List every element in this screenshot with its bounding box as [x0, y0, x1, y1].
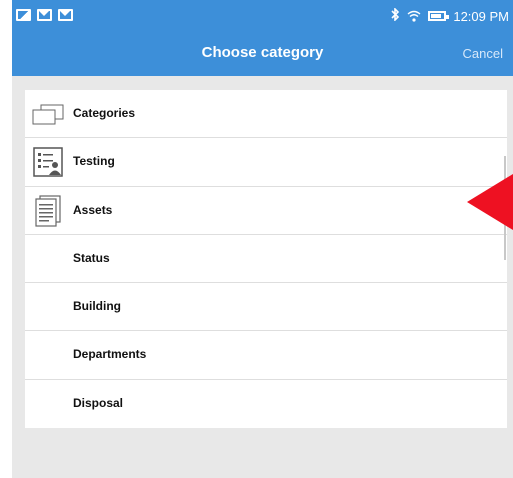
list-item-testing[interactable]: Testing — [25, 138, 507, 187]
category-list: Categories Testing Assets Status Buildin… — [25, 90, 507, 428]
cancel-button[interactable]: Cancel — [463, 46, 503, 61]
list-item-label: Departments — [73, 347, 147, 362]
wifi-icon — [407, 10, 421, 22]
system-icons: 12:09 PM — [391, 7, 509, 24]
app-bar: Choose category Cancel — [12, 32, 513, 76]
annotation-arrow-icon — [467, 174, 513, 230]
list-item-label: Disposal — [73, 395, 124, 410]
list-item-departments[interactable]: Departments — [25, 331, 507, 380]
list-item-label: Building — [73, 299, 121, 314]
page-title: Choose category — [201, 44, 324, 61]
list-item-disposal[interactable]: Disposal — [25, 380, 507, 428]
list-item-label: Categories — [73, 106, 136, 120]
list-item-label: Assets — [73, 202, 113, 217]
bluetooth-icon — [391, 7, 400, 24]
list-item-label: Status — [73, 250, 110, 265]
list-item-building[interactable]: Building — [25, 283, 507, 332]
document-icon — [31, 194, 65, 227]
mail-icon — [58, 9, 73, 21]
status-bar: 12:09 PM — [12, 0, 513, 32]
status-time: 12:09 PM — [453, 8, 509, 24]
list-item-status[interactable]: Status — [25, 235, 507, 284]
notification-icons — [16, 9, 73, 21]
list-item-label: Testing — [73, 154, 115, 169]
battery-icon — [428, 11, 450, 21]
mail-icon — [37, 9, 52, 21]
list-item-categories[interactable]: Categories — [25, 90, 507, 139]
photo-icon — [16, 9, 31, 21]
checklist-icon — [31, 146, 65, 178]
list-item-assets[interactable]: Assets — [25, 187, 507, 235]
folders-icon — [31, 98, 65, 130]
device-screen: 12:09 PM Choose category Cancel Categori… — [12, 0, 513, 478]
